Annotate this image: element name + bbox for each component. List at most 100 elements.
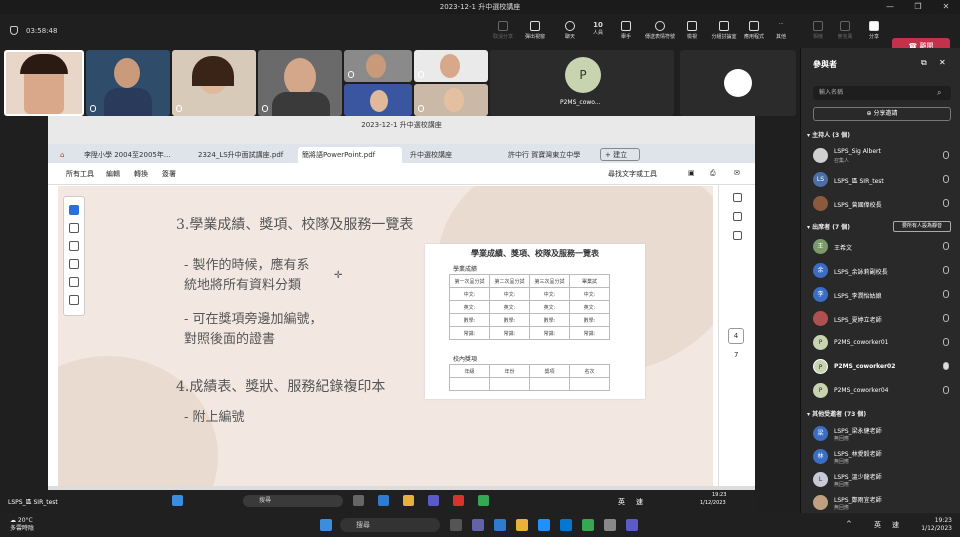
text-icon[interactable] (69, 277, 79, 287)
menu-edit[interactable]: 編輯 (106, 169, 120, 179)
share-button[interactable]: 分享 (859, 21, 889, 40)
menu-convert[interactable]: 轉換 (134, 169, 148, 179)
participant-row[interactable]: 王王希文 (813, 237, 953, 257)
mic-muted-icon[interactable] (943, 175, 949, 183)
mic-active-icon[interactable] (943, 362, 949, 370)
print-icon[interactable]: ⎙ (710, 169, 716, 178)
mic-muted-icon[interactable] (943, 151, 949, 159)
video-tile-4[interactable] (258, 50, 342, 116)
popout-panel-icon[interactable]: ⧉ (921, 58, 927, 68)
chat-button[interactable]: 聊天 (555, 21, 585, 40)
new-tab-button[interactable]: + 建立 (600, 148, 640, 161)
section-presenters[interactable]: ▾ 出席者 (7 個) (807, 222, 850, 231)
mic-muted-icon[interactable] (943, 290, 949, 298)
stamp-icon[interactable] (69, 295, 79, 305)
settings-icon[interactable] (604, 519, 616, 531)
comment-icon[interactable] (69, 223, 79, 233)
mic-muted-icon[interactable] (943, 266, 949, 274)
explorer-icon[interactable] (516, 519, 528, 531)
raise-hand-button[interactable]: 舉手 (611, 21, 641, 40)
shared-screen[interactable]: 2023-12-1 升中選校講座 ⌂ 李陞小學 2004至2005年... 23… (48, 116, 755, 490)
pen-icon[interactable] (69, 241, 79, 251)
participant-row[interactable]: LSPS_夏婷立老師 (813, 309, 953, 329)
tab-4[interactable]: 升中選校講座 (406, 147, 502, 163)
taskbar-clock[interactable]: 19:23 1/12/2023 (900, 517, 952, 533)
tab-2[interactable]: 2324_LS升中面試講座.pdf (194, 147, 296, 163)
view-button[interactable]: 檢視 (677, 21, 707, 40)
organize-icon[interactable] (732, 231, 742, 240)
tab-3[interactable]: 簡將語PowerPoint.pdf (298, 147, 402, 163)
participant-row[interactable]: 梁 LSPS_梁永健老師 無回應 (813, 424, 953, 444)
taskbar-search[interactable]: 搜尋 (340, 518, 440, 532)
menu-sign[interactable]: 簽署 (162, 169, 176, 179)
lasso-icon[interactable] (69, 259, 79, 269)
mic-muted-icon[interactable] (943, 386, 949, 394)
restore-icon[interactable]: ❐ (904, 0, 932, 14)
section-others[interactable]: ▾ 其他受邀者 (73 個) (807, 409, 866, 418)
section-hosts[interactable]: ▾ 主持人 (3 個) (807, 130, 850, 139)
share-invite-button[interactable]: ⊕ 分享邀請 (813, 107, 951, 121)
home-icon[interactable]: ⌂ (56, 147, 78, 163)
close-panel-icon[interactable]: ✕ (939, 58, 946, 67)
participant-row[interactable]: LSPS_曾國偉校長 (813, 194, 953, 214)
more-button[interactable]: ··· 其他 (766, 21, 796, 40)
reactions-label: 傳送表情符號 (644, 34, 675, 40)
mic-muted-icon[interactable] (943, 314, 949, 322)
apps-button[interactable]: 應用程式 (739, 21, 769, 40)
save-icon[interactable]: ▣ (688, 169, 695, 177)
participant-row[interactable]: L LSPS_溫少龍老師 無回應 (813, 470, 953, 490)
video-tile-6[interactable] (344, 84, 412, 116)
video-tile-2[interactable] (86, 50, 170, 116)
video-tile-8[interactable] (414, 84, 488, 116)
popout-button[interactable]: 彈出視窗 (520, 21, 550, 40)
start-icon[interactable] (320, 519, 332, 531)
participant-search-input[interactable]: 輸入名稱 (813, 86, 951, 100)
taskbar-lang[interactable]: 英 (874, 520, 881, 530)
mute-all-button[interactable]: 要所有人設為靜音 (893, 221, 951, 232)
search-tools[interactable]: 尋找文字或工具 (608, 169, 657, 179)
video-tile-5[interactable] (344, 50, 412, 82)
people-button[interactable]: 10 人員 (583, 21, 613, 36)
mic-muted-icon[interactable] (943, 338, 949, 346)
taskview-icon[interactable] (450, 519, 462, 531)
tab-1[interactable]: 李陞小學 2004至2005年... (80, 147, 190, 163)
breakout-rooms-button[interactable]: 分組討論室 (707, 21, 741, 40)
participant-row[interactable]: 余 LSPS_余詠莉副校長 (813, 261, 953, 281)
participant-row[interactable]: 林 LSPS_林愛毅老師 無回應 (813, 447, 953, 467)
page-number-box[interactable]: 4 (728, 328, 744, 344)
cursor-icon[interactable] (69, 205, 79, 215)
participant-row[interactable]: 李 LSPS_李潤怡姑娘 (813, 285, 953, 305)
video-tile-7[interactable] (414, 50, 488, 82)
participant-row[interactable]: P P2MS_coworker01 (813, 333, 953, 353)
sharer-label: LSPS_區 SIR_test (8, 499, 58, 506)
edge-icon[interactable] (494, 519, 506, 531)
menu-all-tools[interactable]: 所有工具 (66, 169, 94, 179)
video-tile-3[interactable] (172, 50, 256, 116)
participant-row[interactable]: LS LSPS_區 SIR_test (813, 170, 953, 190)
stop-share-button[interactable]: 取消分享 (488, 21, 518, 40)
participant-row[interactable]: LSPS_鄭雨宜老師 無回應 (813, 493, 953, 513)
mic-muted-icon[interactable] (943, 199, 949, 207)
reactions-button[interactable]: 傳送表情符號 (642, 21, 678, 40)
mail-app-icon[interactable] (560, 519, 572, 531)
comment-panel-icon[interactable] (732, 193, 742, 202)
mail-icon[interactable]: ✉ (734, 169, 740, 177)
video-tile-self[interactable] (4, 50, 84, 116)
export-icon[interactable] (732, 212, 742, 221)
participant-row[interactable]: LSPS_Sig Albert 召集人 (813, 146, 953, 166)
participant-row[interactable]: P P2MS_coworker04 (813, 381, 953, 401)
store-icon[interactable] (538, 519, 550, 531)
taskbar-ime[interactable]: 速 (892, 520, 899, 530)
teams-icon[interactable] (626, 519, 638, 531)
mic-button[interactable]: 麥克風 (830, 21, 860, 40)
close-icon[interactable]: ✕ (932, 0, 960, 14)
participant-row[interactable]: P P2MS_coworker02 (813, 357, 953, 377)
chat-app-icon[interactable] (472, 519, 484, 531)
chrome-icon[interactable] (582, 519, 594, 531)
camera-button[interactable]: 相機 (803, 21, 833, 40)
tab-5[interactable]: 許中行 賀寶灣東立中學 (504, 147, 596, 163)
tray-chevron-icon[interactable]: ^ (846, 520, 852, 528)
minimize-icon[interactable]: — (876, 0, 904, 14)
weather-widget[interactable]: ☁ 20°C 多雲時陰 (10, 517, 34, 533)
mic-muted-icon[interactable] (943, 242, 949, 250)
